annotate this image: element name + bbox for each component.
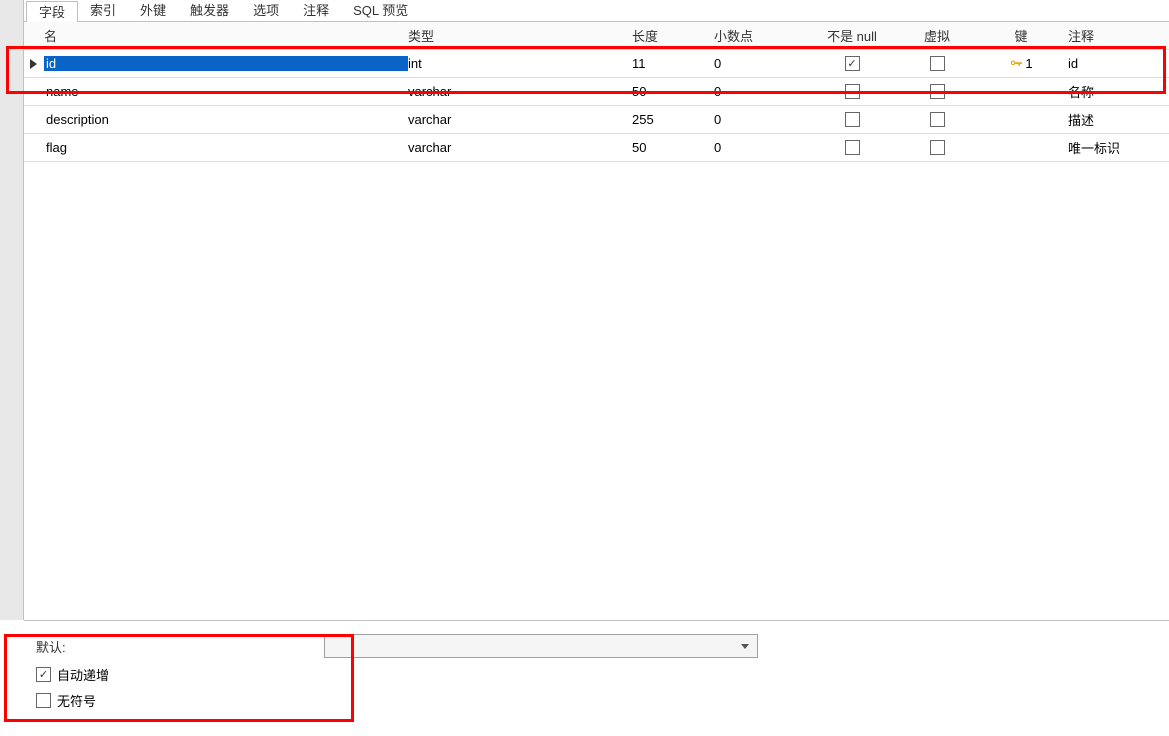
virtual-checkbox[interactable] [930,140,945,155]
cell-length[interactable]: 50 [632,140,714,155]
tab-bar: 字段 索引 外键 触发器 选项 注释 SQL 预览 [24,0,1169,22]
cell-length[interactable]: 11 [632,56,714,71]
default-label: 默认: [36,637,316,656]
cell-type[interactable]: varchar [408,112,632,127]
cell-decimal[interactable]: 0 [714,112,808,127]
virtual-checkbox[interactable] [930,56,945,71]
notnull-checkbox[interactable] [845,112,860,127]
notnull-checkbox[interactable] [845,56,860,71]
cell-type[interactable]: varchar [408,84,632,99]
header-virtual[interactable]: 虚拟 [896,26,978,45]
header-key[interactable]: 键 [978,26,1064,45]
table-row[interactable]: id int 11 0 1 id [24,50,1169,78]
tab-sql-preview[interactable]: SQL 预览 [341,0,420,22]
table-row[interactable]: name varchar 50 0 名称 [24,78,1169,106]
header-length[interactable]: 长度 [632,26,714,45]
grid-header-row: 名 类型 长度 小数点 不是 null 虚拟 键 注释 [24,22,1169,50]
unsigned-label: 无符号 [57,691,96,710]
auto-increment-label: 自动递增 [57,665,109,684]
notnull-checkbox[interactable] [845,140,860,155]
cell-name[interactable]: name [44,84,408,99]
table-row[interactable]: flag varchar 50 0 唯一标识 [24,134,1169,162]
cell-type[interactable]: varchar [408,140,632,155]
cell-decimal[interactable]: 0 [714,56,808,71]
auto-increment-checkbox[interactable] [36,667,51,682]
unsigned-checkbox[interactable] [36,693,51,708]
cell-decimal[interactable]: 0 [714,140,808,155]
fields-grid: 名 类型 长度 小数点 不是 null 虚拟 键 注释 id int 11 0 … [24,22,1169,162]
cell-key[interactable]: 1 [978,56,1064,71]
cell-name[interactable]: flag [44,140,408,155]
tab-options[interactable]: 选项 [241,0,291,22]
cell-decimal[interactable]: 0 [714,84,808,99]
virtual-checkbox[interactable] [930,84,945,99]
cell-name[interactable]: id [44,56,408,71]
header-name[interactable]: 名 [42,26,408,45]
tab-triggers[interactable]: 触发器 [178,0,241,22]
cell-name[interactable]: description [44,112,408,127]
cell-comment[interactable]: 名称 [1064,82,1169,101]
tab-indexes[interactable]: 索引 [78,0,128,22]
table-row[interactable]: description varchar 255 0 描述 [24,106,1169,134]
header-decimal[interactable]: 小数点 [714,26,808,45]
header-notnull[interactable]: 不是 null [808,26,896,45]
tab-comment[interactable]: 注释 [291,0,341,22]
cell-comment[interactable]: 描述 [1064,110,1169,129]
tab-foreign-keys[interactable]: 外键 [128,0,178,22]
cell-comment[interactable]: id [1064,56,1169,71]
default-value-dropdown[interactable] [324,634,758,658]
notnull-checkbox[interactable] [845,84,860,99]
cell-type[interactable]: int [408,56,632,71]
field-properties-panel: 默认: 自动递增 无符号 [24,620,1169,723]
cell-comment[interactable]: 唯一标识 [1064,138,1169,157]
tab-fields[interactable]: 字段 [26,1,78,23]
virtual-checkbox[interactable] [930,112,945,127]
cell-length[interactable]: 50 [632,84,714,99]
header-comment[interactable]: 注释 [1064,26,1169,45]
header-type[interactable]: 类型 [408,26,632,45]
key-icon [1009,57,1023,71]
cell-length[interactable]: 255 [632,112,714,127]
current-row-marker-icon [30,59,37,69]
left-gutter [0,0,24,620]
